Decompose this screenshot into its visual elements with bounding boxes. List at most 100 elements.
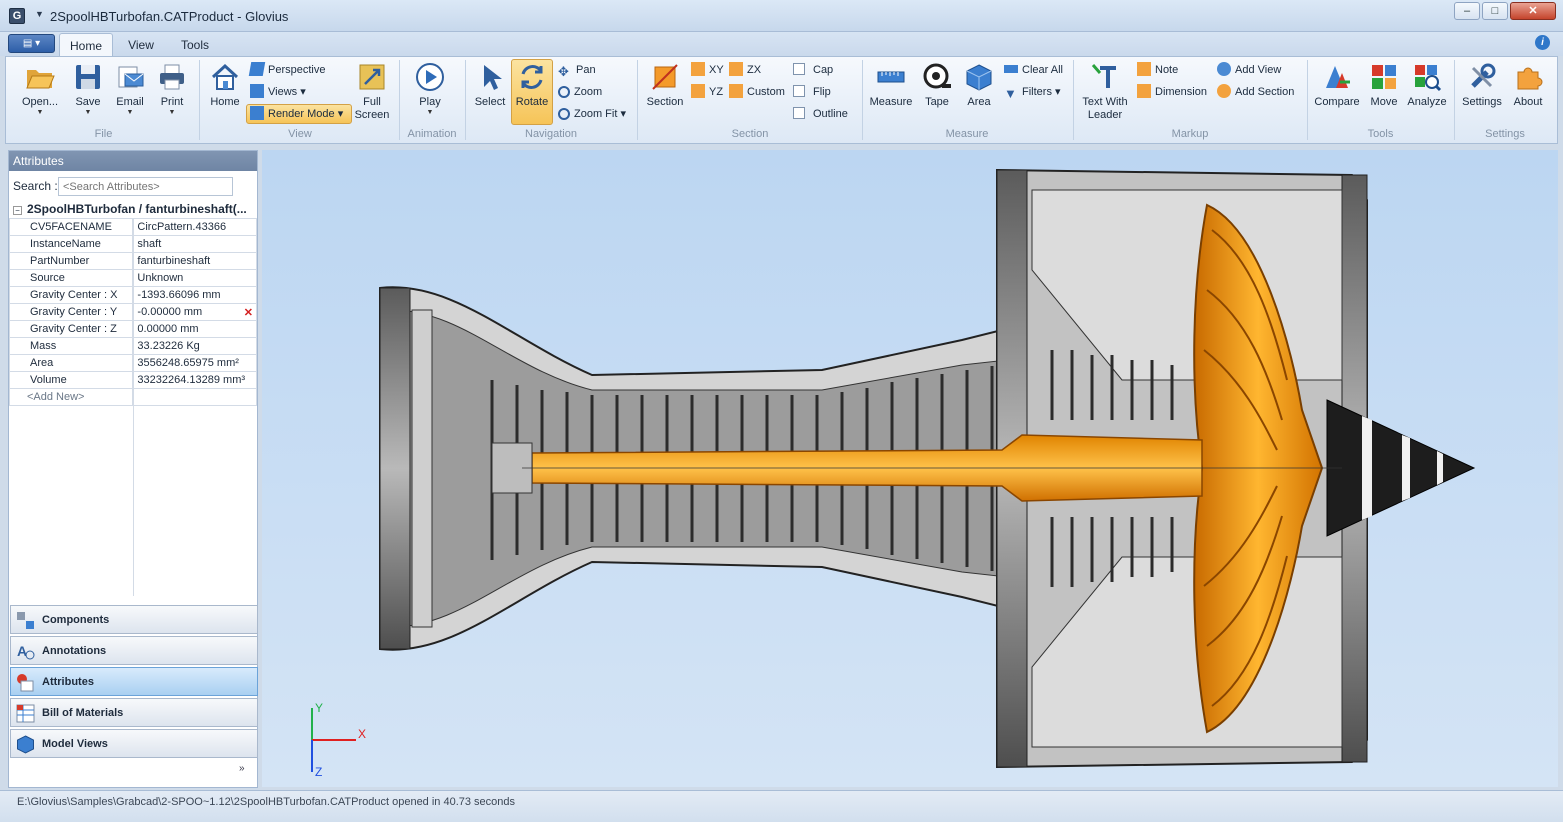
compare-button[interactable]: Compare [1313,60,1361,109]
full-screen-icon [359,64,385,90]
attribute-key: InstanceName [8,235,134,253]
pan-button[interactable]: ✥ Pan [558,61,596,80]
axis-triad: Y X Z [311,701,366,779]
area-button[interactable]: Area [960,60,998,109]
render-cube-icon [250,106,264,120]
rotate-button[interactable]: Rotate [511,60,553,109]
section-yz-button[interactable]: YZ [691,83,723,102]
title-bar: G ▼ 2SpoolHBTurbofan.CATProduct - Gloviu… [0,0,1563,32]
more-panels-chevron-icon[interactable]: » [239,763,245,774]
attribute-value[interactable]: 33232264.13289 mm³ [132,371,257,389]
svg-text:A: A [17,643,27,659]
section-zx-button[interactable]: ZX [729,61,761,80]
views-dropdown[interactable]: Views ▾ [250,83,306,102]
move-button[interactable]: Move [1366,60,1402,109]
attribute-value[interactable]: 33.23226 Kg [132,337,257,355]
close-button[interactable]: ✕ [1510,2,1556,20]
measure-button[interactable]: Measure [867,60,915,109]
section-custom-button[interactable]: Custom [729,83,785,102]
plane-custom-icon [729,84,743,98]
tape-button[interactable]: Tape [918,60,956,109]
delete-attribute-icon[interactable]: ✕ [244,306,253,319]
tab-tools[interactable]: Tools [170,33,220,56]
add-section-button[interactable]: Add Section [1217,83,1294,102]
add-view-button[interactable]: Add View [1217,61,1281,80]
checkbox-icon[interactable] [793,63,805,75]
filters-dropdown[interactable]: ▼ Filters ▾ [1004,83,1061,102]
settings-button[interactable]: Settings [1459,60,1505,109]
email-button[interactable]: Email ▼ [112,60,148,117]
annotations-icon: A [17,643,35,660]
attribute-value[interactable]: 3556248.65975 mm² [132,354,257,372]
quick-access-dropdown-icon[interactable]: ▼ [35,9,44,19]
section-xy-button[interactable]: XY [691,61,724,80]
tab-home[interactable]: Home [59,33,113,56]
zoom-button[interactable]: Zoom [558,83,602,102]
minimize-button[interactable]: – [1454,2,1480,20]
nav-annotations[interactable]: A Annotations [10,636,258,665]
clear-all-button[interactable]: Clear All [1004,61,1063,80]
maximize-button[interactable]: □ [1482,2,1508,20]
plane-zx-icon [729,62,743,76]
outline-checkbox[interactable]: Outline [793,105,848,124]
analyze-button[interactable]: Analyze [1405,60,1449,109]
attribute-value[interactable]: CircPattern.43366 [132,218,257,236]
dimension-button[interactable]: Dimension [1137,83,1207,102]
open-button[interactable]: Open... ▼ [17,60,63,117]
save-button[interactable]: Save ▼ [70,60,106,117]
play-button[interactable]: Play ▼ [408,60,452,117]
rotate-icon [521,65,543,89]
search-attributes-input[interactable] [58,177,233,196]
attributes-header: Attributes [9,151,257,171]
status-bar: E:\Glovius\Samples\Grabcad\2-SPOO~1.12\2… [0,790,1563,822]
checkbox-icon[interactable] [793,107,805,119]
compare-icon [1326,66,1350,88]
attribute-key: Mass [8,337,134,355]
play-icon [416,63,444,91]
about-button[interactable]: About [1508,60,1548,109]
collapse-icon[interactable]: − [13,206,22,215]
bill-of-materials-icon [16,704,35,723]
app-menu-button[interactable]: ▤ ▾ [8,34,55,53]
nav-components[interactable]: Components [10,605,258,634]
turbofan-model[interactable] [262,150,1558,787]
group-label-section: Section [731,128,769,140]
cap-checkbox[interactable]: Cap [793,61,833,80]
nav-bill-of-materials[interactable]: Bill of Materials [10,698,258,727]
window-title: 2SpoolHBTurbofan.CATProduct - Glovius [50,9,289,24]
attribute-value[interactable]: shaft [132,235,257,253]
3d-viewport[interactable]: Y X Z [262,150,1558,787]
section-button[interactable]: Section [644,60,686,109]
attribute-value[interactable]: -1393.66096 mm [132,286,257,304]
attributes-panel: Attributes Search : −2SpoolHBTurbofan / … [8,150,258,788]
components-icon [17,612,34,629]
attribute-value[interactable]: fanturbineshaft [132,252,257,270]
attribute-value[interactable]: 0.00000 mm [132,320,257,338]
attribute-tree-node[interactable]: −2SpoolHBTurbofan / fanturbineshaft(... [9,201,257,217]
note-button[interactable]: Note [1137,61,1178,80]
zoom-fit-dropdown[interactable]: Zoom Fit ▾ [558,105,626,124]
flip-checkbox[interactable]: Flip [793,83,831,102]
nav-model-views[interactable]: Model Views [10,729,258,758]
perspective-cube-icon [248,62,266,76]
print-button[interactable]: Print ▼ [154,60,190,117]
select-button[interactable]: Select [470,60,510,109]
dimension-icon [1137,84,1151,98]
app-icon[interactable]: G [9,8,25,24]
checkbox-icon[interactable] [793,85,805,97]
attribute-value[interactable]: Unknown [132,269,257,287]
home-view-button[interactable]: Home [205,60,245,109]
render-mode-dropdown[interactable]: Render Mode ▾ [250,105,343,124]
add-new-attribute[interactable]: <Add New> [8,388,134,406]
move-blocks-icon [1372,65,1396,89]
attribute-key: PartNumber [8,252,134,270]
nav-attributes[interactable]: Attributes [10,667,258,696]
attribute-value[interactable]: -0.00000 mm ✕ [132,303,257,321]
tab-view[interactable]: View [118,33,164,56]
text-with-leader-button[interactable]: Text With Leader [1078,60,1132,122]
perspective-button[interactable]: Perspective [248,61,325,80]
help-icon[interactable]: i [1535,35,1550,50]
house-icon [211,63,239,90]
full-screen-button[interactable]: Full Screen [352,60,392,122]
axis-z-label: Z [315,765,322,779]
